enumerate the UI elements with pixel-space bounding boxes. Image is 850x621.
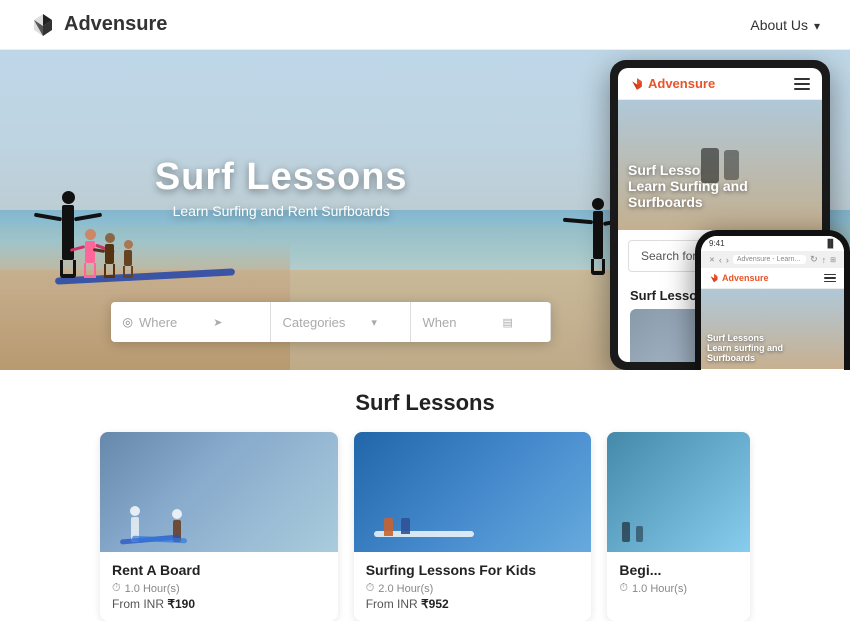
categories-placeholder: Categories xyxy=(283,315,346,330)
chevron-down-icon xyxy=(812,17,820,33)
hero-title: Surf Lessons xyxy=(155,156,408,199)
tablet-hero-line1: Surf Lesso xyxy=(628,162,748,178)
listing-card-img-2 xyxy=(607,432,750,552)
browser-share-icon[interactable]: ↑ xyxy=(822,255,827,265)
kid-2 xyxy=(401,518,410,534)
tablet-hero-line3: Surfboards xyxy=(628,194,748,210)
listing-card-1[interactable]: Surfing Lessons For Kids ⏱ 2.0 Hour(s) F… xyxy=(354,432,592,621)
clock-icon-2: ⏱ xyxy=(619,582,628,595)
where-placeholder: Where xyxy=(139,315,177,330)
listing-card-2[interactable]: Begi... ⏱ 1.0 Hour(s) xyxy=(607,432,750,621)
phone-hero-line1: Surf Lessons xyxy=(707,333,783,343)
phone-hero-line2: Learn surfing and xyxy=(707,343,783,353)
tablet-hero: Surf Lesso Learn Surfing and Surfboards xyxy=(618,100,822,230)
hero-section: Surf Lessons Learn Surfing and Rent Surf… xyxy=(0,50,850,370)
kids-figures xyxy=(384,518,410,536)
price-prefix-1: From INR xyxy=(366,597,418,611)
site-header: Advensure About Us xyxy=(0,0,850,50)
listing-duration-2: 1.0 Hour(s) xyxy=(632,583,687,595)
card-3-figure-1 xyxy=(622,522,630,542)
listing-card-img-0 xyxy=(100,432,338,552)
listing-card-title-1: Surfing Lessons For Kids xyxy=(366,562,580,578)
listing-duration-0: 1.0 Hour(s) xyxy=(125,583,180,595)
tablet-brand-name: Advensure xyxy=(648,76,715,91)
hero-subtitle: Learn Surfing and Rent Surfboards xyxy=(155,203,408,219)
price-prefix-0: From INR xyxy=(112,597,164,611)
listing-card-info-0: Rent A Board ⏱ 1.0 Hour(s) From INR ₹190 xyxy=(100,552,338,621)
tablet-hamburger[interactable] xyxy=(794,78,810,90)
phone-logo-icon xyxy=(709,273,719,283)
phone-hero-text: Surf Lessons Learn surfing and Surfboard… xyxy=(707,333,783,363)
listing-cards: Rent A Board ⏱ 1.0 Hour(s) From INR ₹190 xyxy=(100,432,750,621)
figure-2 xyxy=(84,229,96,278)
phone-status-bar: 9:41 ▐▌ xyxy=(701,236,844,251)
phone-mockup: 9:41 ▐▌ ✕ ‹ › Advensure - Learn... ↻ ↑ ⊞ xyxy=(695,230,850,370)
categories-field[interactable]: Categories ▾ xyxy=(271,302,411,342)
card-3-figures xyxy=(622,522,643,542)
listing-card-img-1 xyxy=(354,432,592,552)
phone-header: Advensure xyxy=(701,268,844,289)
phone-hero: Surf Lessons Learn surfing and Surfboard… xyxy=(701,289,844,369)
phone-time: 9:41 xyxy=(709,239,725,248)
figure-group xyxy=(60,191,133,278)
phone-battery-icon: ▐▌ xyxy=(825,239,836,248)
clock-icon-1: ⏱ xyxy=(366,582,375,595)
logo-icon xyxy=(30,12,56,38)
figure-4 xyxy=(123,240,133,278)
listings-title: Surf Lessons xyxy=(100,390,750,416)
listing-card-info-2: Begi... ⏱ 1.0 Hour(s) xyxy=(607,552,750,605)
figure-1 xyxy=(60,191,76,278)
tablet-hero-text: Surf Lesso Learn Surfing and Surfboards xyxy=(628,162,748,210)
figure-3 xyxy=(104,233,115,278)
tablet-hero-line2: Learn Surfing and xyxy=(628,178,748,194)
tablet-logo: Advensure xyxy=(630,76,715,91)
hero-text-block: Surf Lessons Learn Surfing and Rent Surf… xyxy=(155,156,408,219)
where-field[interactable]: ◎ Where ➤ xyxy=(111,302,271,342)
browser-url-input[interactable]: Advensure - Learn... xyxy=(733,255,806,264)
browser-refresh-icon[interactable]: ↻ xyxy=(810,254,818,265)
send-icon: ➤ xyxy=(213,316,222,329)
listings-section: Surf Lessons xyxy=(0,370,850,621)
tablet-header: Advensure xyxy=(618,68,822,100)
solo-surfer xyxy=(591,198,605,275)
listing-card-price-1: From INR ₹952 xyxy=(366,597,580,611)
browser-back-icon[interactable]: ‹ xyxy=(719,255,722,265)
phone-browser-bar: ✕ ‹ › Advensure - Learn... ↻ ↑ ⊞ xyxy=(701,251,844,268)
browser-forward-icon[interactable]: › xyxy=(726,255,729,265)
listing-card-title-2: Begi... xyxy=(619,562,738,578)
phone-brand-name: Advensure xyxy=(722,273,769,283)
listing-card-info-1: Surfing Lessons For Kids ⏱ 2.0 Hour(s) F… xyxy=(354,552,592,621)
clock-icon-0: ⏱ xyxy=(112,582,121,595)
kid-1 xyxy=(384,518,393,536)
when-placeholder: When xyxy=(423,315,457,330)
listing-card-title-0: Rent A Board xyxy=(112,562,326,578)
about-nav[interactable]: About Us xyxy=(750,17,820,33)
search-bar: ◎ Where ➤ Categories ▾ When ▤ xyxy=(111,302,551,342)
location-icon: ◎ xyxy=(123,315,133,329)
price-amount-1: ₹952 xyxy=(421,597,449,611)
phone-logo: Advensure xyxy=(709,273,769,283)
phone-hamburger[interactable] xyxy=(824,274,836,283)
about-label: About Us xyxy=(750,17,808,33)
brand-name: Advensure xyxy=(64,13,167,36)
browser-url-text: Advensure - Learn... xyxy=(737,256,800,263)
price-amount-0: ₹190 xyxy=(167,597,195,611)
listing-duration-1: 2.0 Hour(s) xyxy=(378,583,433,595)
tablet-logo-icon xyxy=(630,77,644,91)
phone-hero-line3: Surfboards xyxy=(707,353,783,363)
browser-tabs-icon[interactable]: ⊞ xyxy=(830,256,836,264)
chevron-categories-icon: ▾ xyxy=(371,316,377,329)
listing-card-meta-2: ⏱ 1.0 Hour(s) xyxy=(619,582,738,595)
when-field[interactable]: When ▤ xyxy=(411,302,551,342)
logo[interactable]: Advensure xyxy=(30,12,167,38)
listing-card-price-0: From INR ₹190 xyxy=(112,597,326,611)
phone-screen: 9:41 ▐▌ ✕ ‹ › Advensure - Learn... ↻ ↑ ⊞ xyxy=(701,236,844,370)
listing-card-meta-1: ⏱ 2.0 Hour(s) xyxy=(366,582,580,595)
listing-card-0[interactable]: Rent A Board ⏱ 1.0 Hour(s) From INR ₹190 xyxy=(100,432,338,621)
calendar-icon: ▤ xyxy=(502,316,512,329)
card-figures xyxy=(130,506,182,542)
listing-card-meta-0: ⏱ 1.0 Hour(s) xyxy=(112,582,326,595)
browser-close-icon: ✕ xyxy=(709,256,715,264)
